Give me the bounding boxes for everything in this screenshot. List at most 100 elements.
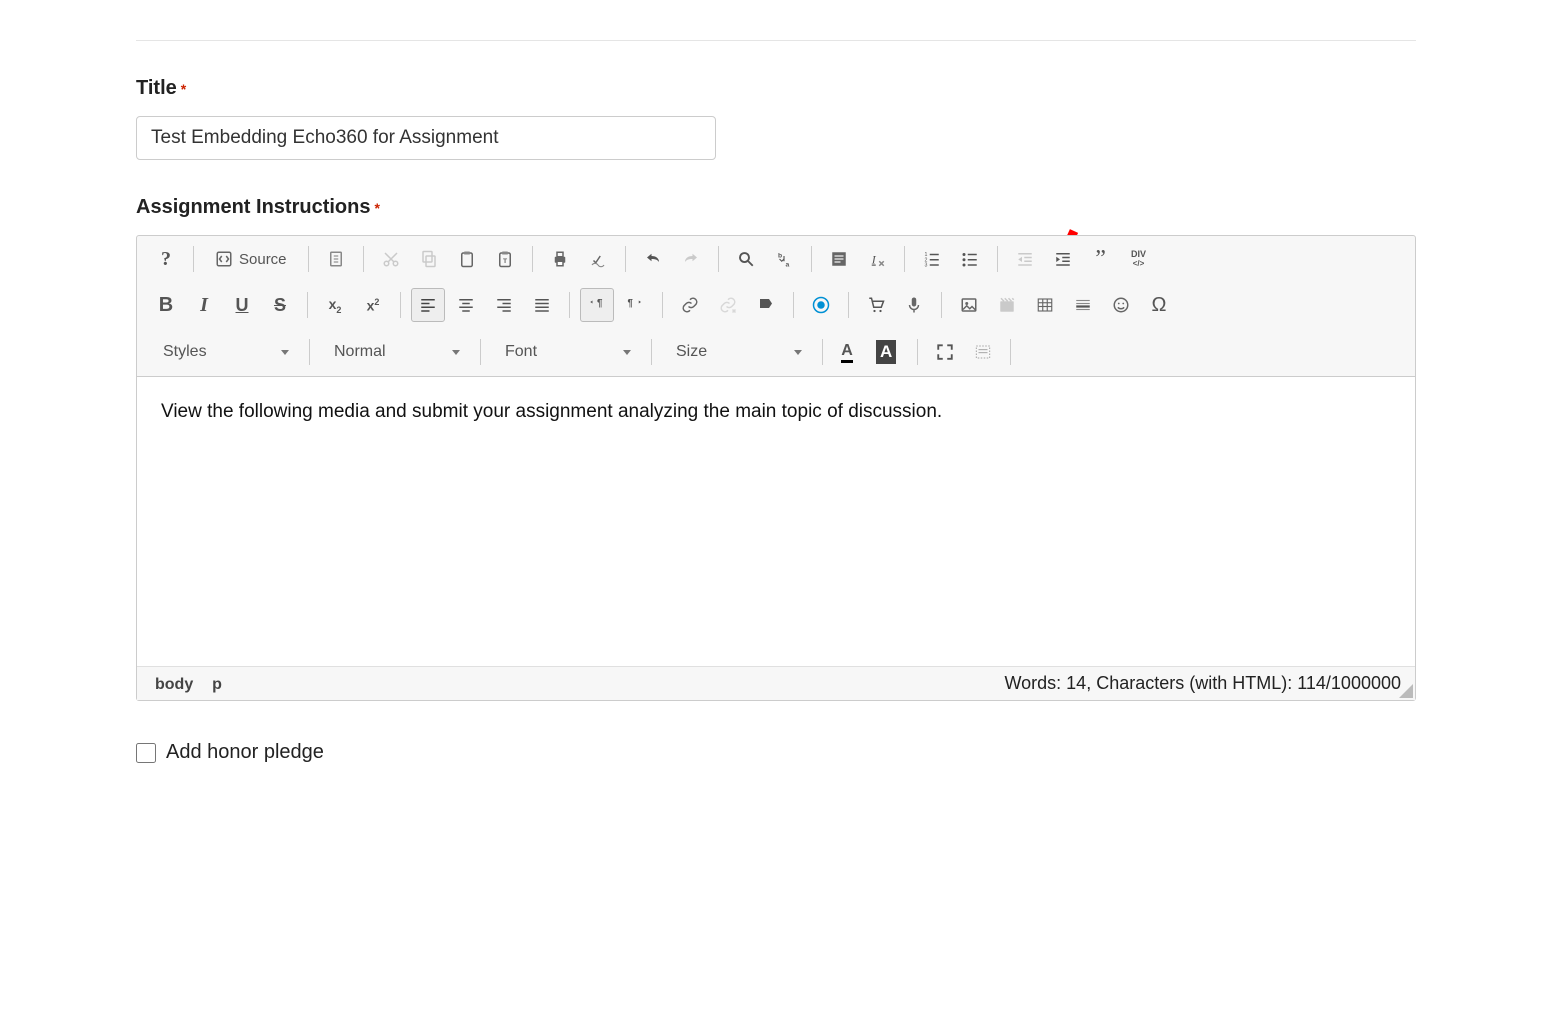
size-dropdown[interactable]: Size [662,334,812,370]
copy-button[interactable] [412,242,446,276]
divider [848,292,849,318]
bold-button[interactable]: B [149,288,183,322]
movie-button[interactable] [990,288,1024,322]
strike-button[interactable]: S [263,288,297,322]
align-left-button[interactable] [411,288,445,322]
divider [662,292,663,318]
instructions-label: Assignment Instructions* [136,196,1416,219]
help-button[interactable]: ? [149,242,183,276]
templates-button[interactable] [319,242,353,276]
horizontal-line-button[interactable] [1066,288,1100,322]
font-dropdown[interactable]: Font [491,334,641,370]
replace-button[interactable]: ba [767,242,801,276]
path-p[interactable]: p [212,676,222,693]
mic-button[interactable] [897,288,931,322]
paste-button[interactable] [450,242,484,276]
divider [917,339,918,365]
bullet-list-button[interactable] [953,242,987,276]
word-count: Words: 14, Characters (with HTML): 114/1… [1004,673,1401,694]
source-label: Source [239,251,287,268]
align-center-button[interactable] [449,288,483,322]
select-all-button[interactable] [822,242,856,276]
div-container-button[interactable]: DIV</> [1122,242,1156,276]
emoji-button[interactable] [1104,288,1138,322]
divider [532,246,533,272]
ltr-button[interactable]: ¶ [580,288,614,322]
indent-button[interactable] [1046,242,1080,276]
svg-text:a: a [785,262,789,269]
svg-text:b: b [778,253,782,260]
print-button[interactable] [543,242,577,276]
cart-button[interactable] [859,288,893,322]
divider [309,339,310,365]
anchor-button[interactable] [749,288,783,322]
undo-button[interactable] [636,242,670,276]
align-right-button[interactable] [487,288,521,322]
divider [400,292,401,318]
title-label: Title* [136,77,1416,100]
bg-color-button[interactable]: A [871,335,907,369]
path-body[interactable]: body [155,676,193,693]
italic-button[interactable]: I [187,288,221,322]
divider [811,246,812,272]
instructions-label-text: Assignment Instructions [136,196,370,218]
numbered-list-button[interactable]: 123 [915,242,949,276]
honor-pledge-row: Add honor pledge [136,741,1416,764]
top-divider [136,40,1416,41]
element-path[interactable]: body p [155,674,222,694]
resize-grip[interactable] [1399,684,1413,698]
title-label-text: Title [136,77,177,99]
toolbar-row-1: ? Source T [137,236,1415,282]
divider [625,246,626,272]
divider [941,292,942,318]
divider [1010,339,1011,365]
svg-text:I: I [870,253,876,267]
svg-text:¶: ¶ [597,298,603,309]
svg-text:T: T [502,258,507,265]
special-char-button[interactable]: Ω [1142,288,1176,322]
superscript-button[interactable]: x2 [356,288,390,322]
maximize-button[interactable] [928,335,962,369]
blockquote-button[interactable]: ” [1084,242,1118,276]
rich-text-editor: ? Source T [136,235,1416,701]
find-button[interactable] [729,242,763,276]
divider [822,339,823,365]
honor-pledge-checkbox[interactable] [136,743,156,763]
show-blocks-button[interactable] [966,335,1000,369]
redo-button[interactable] [674,242,708,276]
rtl-button[interactable]: ¶ [618,288,652,322]
source-button[interactable]: Source [204,242,298,276]
svg-text:¶: ¶ [628,298,634,309]
required-asterisk: * [181,81,186,97]
title-input[interactable] [136,116,716,160]
paste-text-button[interactable]: T [488,242,522,276]
cut-button[interactable] [374,242,408,276]
honor-pledge-label[interactable]: Add honor pledge [166,741,324,764]
divider [718,246,719,272]
subscript-button[interactable]: x2 [318,288,352,322]
divider [480,339,481,365]
divider [569,292,570,318]
divider [363,246,364,272]
record-media-button[interactable] [804,288,838,322]
divider [193,246,194,272]
divider [651,339,652,365]
underline-button[interactable]: U [225,288,259,322]
text-color-button[interactable]: A [833,335,867,369]
align-justify-button[interactable] [525,288,559,322]
divider [997,246,998,272]
image-button[interactable] [952,288,986,322]
outdent-button[interactable] [1008,242,1042,276]
editor-content[interactable]: View the following media and submit your… [137,376,1415,666]
svg-text:3: 3 [924,263,927,269]
toolbar-row-3: Styles Normal Font Size A A [137,328,1415,376]
table-button[interactable] [1028,288,1062,322]
divider [793,292,794,318]
link-button[interactable] [673,288,707,322]
remove-format-button[interactable]: I [860,242,894,276]
format-dropdown[interactable]: Normal [320,334,470,370]
styles-dropdown[interactable]: Styles [149,334,299,370]
editor-status-bar: body p Words: 14, Characters (with HTML)… [137,666,1415,700]
unlink-button[interactable] [711,288,745,322]
spellcheck-button[interactable] [581,242,615,276]
